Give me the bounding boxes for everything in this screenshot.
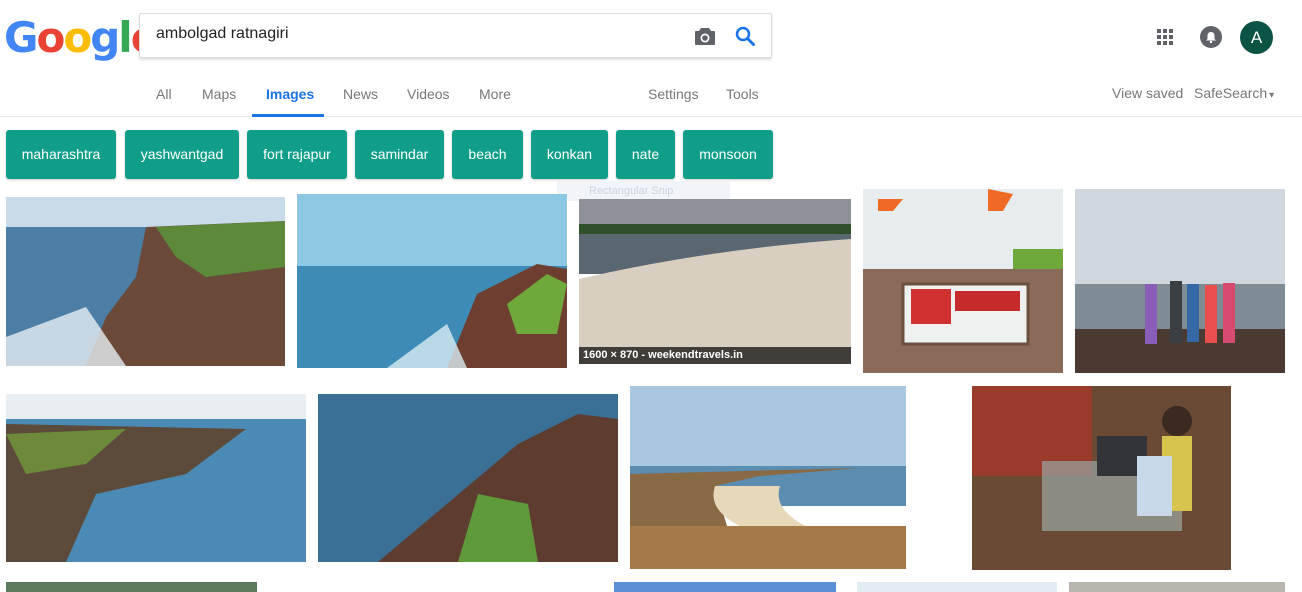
- chip-nate[interactable]: nate: [616, 130, 675, 179]
- logo-letter: o: [36, 13, 65, 62]
- group-photo-image: [1075, 189, 1285, 373]
- tab-maps[interactable]: Maps: [202, 85, 236, 103]
- settings-link[interactable]: Settings: [648, 85, 699, 103]
- camera-icon[interactable]: [694, 26, 716, 46]
- image-result[interactable]: [297, 194, 567, 368]
- active-tab-indicator: [252, 114, 324, 117]
- image-result[interactable]: [6, 582, 257, 592]
- account-avatar[interactable]: A: [1240, 21, 1273, 54]
- chip-samindar[interactable]: samindar: [355, 130, 444, 179]
- tools-link[interactable]: Tools: [726, 85, 759, 103]
- rocky-shore-image: [6, 394, 306, 562]
- search-icon[interactable]: [734, 25, 756, 47]
- woman-interior-image: [972, 386, 1231, 570]
- search-input[interactable]: [156, 25, 676, 43]
- tab-images[interactable]: Images: [266, 85, 314, 103]
- image-result[interactable]: [972, 386, 1231, 570]
- chip-maharashtra[interactable]: maharashtra: [6, 130, 116, 179]
- chip-fort-rajapur[interactable]: fort rajapur: [247, 130, 347, 179]
- logo-letter: l: [118, 13, 132, 62]
- image-result[interactable]: [6, 197, 285, 366]
- safesearch-dropdown[interactable]: SafeSearch ▾: [1194, 84, 1274, 105]
- notifications-bell-icon[interactable]: [1200, 26, 1222, 48]
- search-box: [139, 13, 772, 58]
- google-logo[interactable]: Google: [4, 13, 159, 62]
- chip-yashwantgad[interactable]: yashwantgad: [125, 130, 239, 179]
- image-result[interactable]: [857, 582, 1057, 592]
- logo-letter: o: [63, 13, 92, 62]
- image-result[interactable]: [318, 394, 618, 562]
- image-size-caption: 1600 × 870 - weekendtravels.in: [579, 347, 851, 364]
- image-result[interactable]: [863, 189, 1063, 373]
- tab-all[interactable]: All: [156, 85, 172, 103]
- image-result[interactable]: [1075, 189, 1285, 373]
- snip-overlay: Rectangular Snip: [557, 181, 730, 201]
- caret-down-icon: ▾: [1269, 90, 1275, 101]
- sea-rocks-image: [297, 194, 567, 368]
- chip-beach[interactable]: beach: [452, 130, 523, 179]
- tab-videos[interactable]: Videos: [407, 85, 450, 103]
- view-saved-link[interactable]: View saved: [1112, 84, 1183, 102]
- chip-monsoon[interactable]: monsoon: [683, 130, 773, 179]
- image-result[interactable]: 1600 × 870 - weekendtravels.in: [579, 199, 851, 364]
- chip-konkan[interactable]: konkan: [531, 130, 608, 179]
- logo-letter: g: [90, 13, 120, 62]
- bay-beach-image: [579, 199, 851, 364]
- image-result[interactable]: [1069, 582, 1285, 592]
- tab-news[interactable]: News: [343, 85, 378, 103]
- tab-more[interactable]: More: [479, 85, 511, 103]
- image-result[interactable]: [614, 582, 836, 592]
- cliff-bush-image: [318, 394, 618, 562]
- beach-aerial-image: [630, 386, 906, 569]
- image-result[interactable]: [630, 386, 906, 569]
- header: Google A All Maps Images News Videos Mor…: [0, 0, 1302, 117]
- image-result[interactable]: [6, 394, 306, 562]
- logo-letter: G: [4, 13, 39, 62]
- apps-grid-icon[interactable]: [1157, 29, 1173, 45]
- coastal-cliff-image: [6, 197, 285, 366]
- safesearch-label: SafeSearch: [1194, 85, 1268, 101]
- temple-sign-image: [863, 189, 1063, 373]
